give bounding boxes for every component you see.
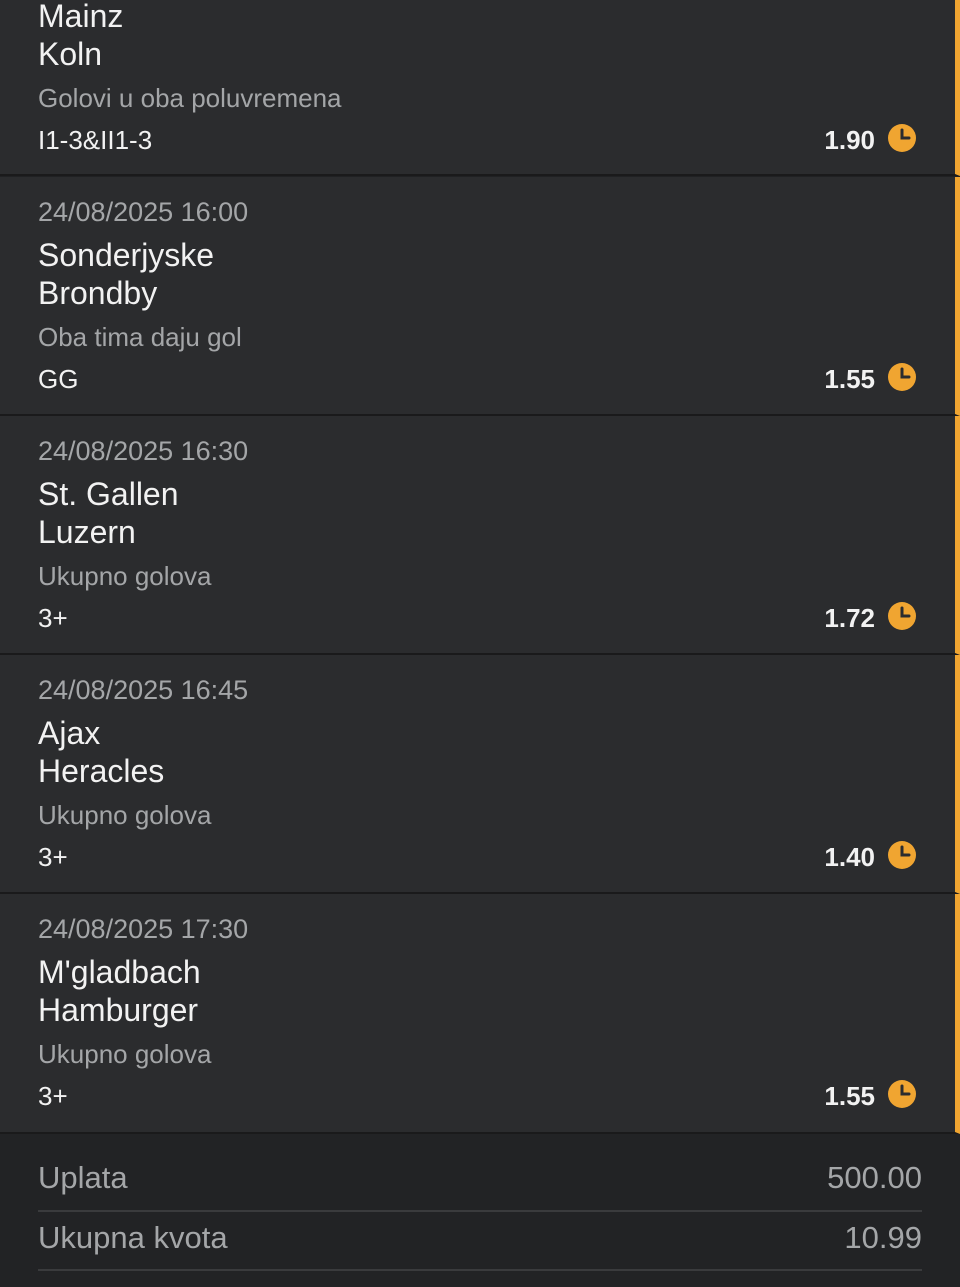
match-datetime: 24/08/2025 16:30	[38, 436, 249, 466]
pick-value: GG	[38, 364, 79, 394]
match-datetime: 24/08/2025 16:00	[38, 197, 249, 227]
away-team: Brondby	[38, 275, 158, 311]
pick-value: 3+	[38, 1081, 68, 1111]
away-team: Koln	[38, 36, 103, 72]
home-team: M'gladbach	[38, 954, 201, 990]
away-team: Luzern	[38, 514, 136, 550]
clock-icon	[888, 124, 916, 152]
pick-value: 3+	[38, 842, 68, 872]
bet-card[interactable]: 24/08/2025 16:30 St. Gallen Luzern Ukupn…	[0, 416, 960, 655]
home-team: St. Gallen	[38, 476, 179, 512]
pick-value: I1-3&II1-3	[38, 125, 153, 155]
odds-value: 1.72	[824, 603, 875, 633]
bet-card[interactable]: Mainz Koln Golovi u oba poluvremena I1-3…	[0, 0, 960, 176]
market-name: Ukupno golova	[38, 1039, 212, 1069]
odds-value: 1.90	[824, 125, 875, 155]
match-datetime: 24/08/2025 16:45	[38, 675, 249, 705]
market-name: Golovi u oba poluvremena	[38, 83, 342, 113]
bet-card[interactable]: 24/08/2025 16:00 Sonderjyske Brondby Oba…	[0, 177, 960, 416]
clock-icon	[888, 602, 916, 630]
total-odds-label: Ukupna kvota	[38, 1220, 228, 1255]
stake-value: 500.00	[827, 1160, 922, 1195]
market-name: Ukupno golova	[38, 800, 212, 830]
total-odds-row: Ukupna kvota 10.99	[38, 1210, 922, 1268]
divider	[38, 1269, 922, 1271]
clock-icon	[888, 1080, 916, 1108]
total-odds-value: 10.99	[844, 1220, 922, 1255]
stake-label: Uplata	[38, 1160, 128, 1195]
market-name: Oba tima daju gol	[38, 322, 242, 352]
bet-card[interactable]: 24/08/2025 16:45 Ajax Heracles Ukupno go…	[0, 655, 960, 894]
stake-row: Uplata 500.00	[38, 1150, 922, 1208]
bet-card[interactable]: 24/08/2025 17:30 M'gladbach Hamburger Uk…	[0, 894, 960, 1134]
clock-icon	[888, 363, 916, 391]
clock-icon	[888, 841, 916, 869]
odds-value: 1.40	[824, 842, 875, 872]
ticket-screen: Mainz Koln Golovi u oba poluvremena I1-3…	[0, 0, 960, 1287]
away-team: Heracles	[38, 753, 165, 789]
ticket-summary: Uplata 500.00 Ukupna kvota 10.99	[0, 1134, 960, 1287]
away-team: Hamburger	[38, 992, 199, 1028]
odds-value: 1.55	[824, 1081, 875, 1111]
home-team: Sonderjyske	[38, 237, 215, 273]
market-name: Ukupno golova	[38, 561, 212, 591]
pick-value: 3+	[38, 603, 68, 633]
odds-value: 1.55	[824, 364, 875, 394]
home-team: Mainz	[38, 0, 124, 34]
match-datetime: 24/08/2025 17:30	[38, 914, 249, 944]
home-team: Ajax	[38, 715, 101, 751]
